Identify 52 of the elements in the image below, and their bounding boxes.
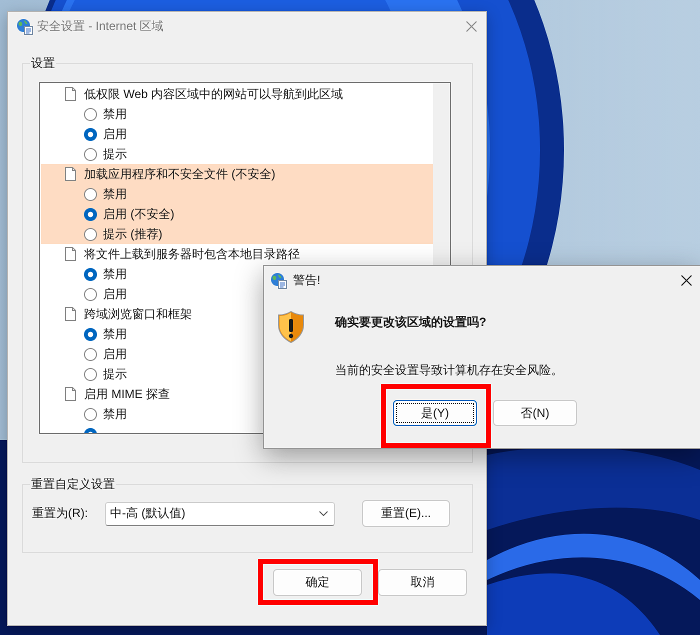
radio-button[interactable] <box>84 288 97 300</box>
reset-button[interactable]: 重置(E)... <box>362 500 450 527</box>
chevron-down-icon <box>319 511 328 516</box>
option-label: 启用 <box>103 346 127 362</box>
option-label: 禁用 <box>103 326 127 342</box>
group-label: 设置 <box>30 56 56 71</box>
field-label: 重置为(R): <box>32 506 89 521</box>
setting-name: 加载应用程序和不安全文件 (不安全) <box>84 166 276 182</box>
option-label: 启用 (不安全) <box>103 206 174 222</box>
document-icon <box>65 87 76 101</box>
radio-button[interactable] <box>84 108 97 120</box>
radio-button[interactable] <box>84 368 97 380</box>
setting-name: 低权限 Web 内容区域中的网站可以导航到此区域 <box>84 86 344 102</box>
radio-button[interactable] <box>84 208 97 220</box>
setting-name: 将文件上载到服务器时包含本地目录路径 <box>84 246 300 262</box>
no-button[interactable]: 否(N) <box>493 400 577 426</box>
setting-name: 启用 MIME 探查 <box>84 386 170 402</box>
close-icon[interactable] <box>681 275 692 286</box>
radio-button[interactable] <box>84 228 97 240</box>
warning-heading: 确实要更改该区域的设置吗? <box>335 315 488 330</box>
option-label: 提示 (推荐) <box>103 226 162 242</box>
option-label: 提示 <box>103 366 127 382</box>
radio-button[interactable] <box>84 408 97 420</box>
radio-button[interactable] <box>84 348 97 360</box>
option-label: 禁用 <box>103 186 127 202</box>
option-label: 启用 <box>103 126 127 142</box>
window-title: 安全设置 - Internet 区域 <box>37 19 164 34</box>
document-icon <box>65 167 76 181</box>
option-label: 启用 <box>103 286 127 302</box>
radio-button[interactable] <box>84 188 97 200</box>
globe-page-icon <box>16 18 33 35</box>
document-icon <box>65 247 76 261</box>
option-label: 提示 <box>103 146 127 162</box>
radio-button[interactable] <box>84 328 97 340</box>
warning-message: 当前的安全设置导致计算机存在安全风险。 <box>335 363 563 378</box>
option-label: 禁用 <box>103 106 127 122</box>
ok-button[interactable]: 确定 <box>273 569 362 596</box>
radio-button[interactable] <box>84 128 97 140</box>
dropdown[interactable]: 中-高 (默认值) <box>105 502 335 526</box>
globe-page-icon <box>270 272 287 289</box>
group-label: 重置自定义设置 <box>30 477 116 492</box>
option-label: 禁用 <box>103 406 127 422</box>
document-icon <box>65 307 76 321</box>
cancel-button[interactable]: 取消 <box>378 569 467 596</box>
document-icon <box>65 387 76 401</box>
radio-button[interactable] <box>84 148 97 160</box>
radio-button[interactable] <box>84 268 97 280</box>
option-label: 禁用 <box>103 266 127 282</box>
yes-button[interactable]: 是(Y) <box>393 400 477 426</box>
setting-name: 跨域浏览窗口和框架 <box>84 306 192 322</box>
shield-exclamation-icon <box>278 311 304 343</box>
window-title: 警告! <box>293 273 320 288</box>
